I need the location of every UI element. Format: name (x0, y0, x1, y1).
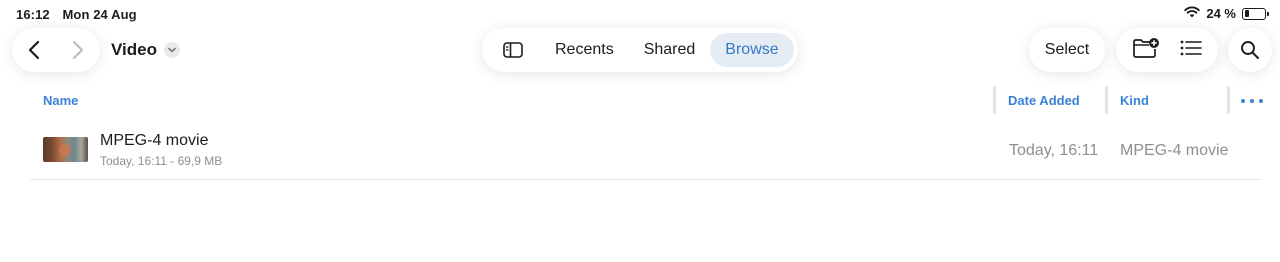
tab-shared[interactable]: Shared (629, 33, 711, 67)
more-options-icon[interactable] (1241, 93, 1263, 109)
file-name: MPEG-4 movie (100, 132, 209, 149)
new-folder-icon (1133, 37, 1159, 58)
status-bar-left: 16:12 Mon 24 Aug (16, 7, 146, 22)
search-icon (1241, 41, 1259, 59)
back-button[interactable] (12, 28, 56, 72)
battery-percent: 24 % (1206, 6, 1236, 21)
select-button[interactable]: Select (1029, 28, 1105, 72)
chevron-left-icon (28, 40, 40, 60)
tab-recents[interactable]: Recents (540, 33, 629, 67)
folder-title-label: Video (111, 40, 157, 59)
status-date: Mon 24 Aug (62, 7, 137, 22)
file-date-added: Today, 16:11 (1009, 142, 1099, 159)
column-header-kind[interactable]: Kind (1120, 93, 1149, 108)
folder-title[interactable]: Video (111, 40, 180, 60)
sidebar-toggle-button[interactable] (485, 32, 540, 68)
column-header-date-added[interactable]: Date Added (1008, 93, 1080, 108)
status-time: 16:12 (16, 7, 50, 22)
column-divider[interactable] (1227, 86, 1230, 114)
view-options-button[interactable] (1180, 40, 1202, 61)
tab-browse[interactable]: Browse (710, 33, 794, 67)
chevron-down-icon[interactable] (163, 42, 180, 58)
toolbar-pill (1116, 28, 1218, 72)
chevron-right-icon (73, 41, 83, 59)
file-meta: Today, 16:11 - 69,9 MB (100, 154, 223, 168)
sidebar-icon (502, 42, 523, 58)
status-bar-right: 24 % (1184, 6, 1269, 21)
column-divider[interactable] (993, 86, 996, 114)
forward-button[interactable] (56, 28, 100, 72)
file-row[interactable]: MPEG-4 movie Today, 16:11 - 69,9 MB Toda… (30, 118, 1262, 180)
battery-icon (1242, 7, 1269, 20)
video-thumbnail (43, 137, 88, 162)
tab-bar: Recents Shared Browse (482, 28, 798, 72)
wifi-icon (1184, 6, 1201, 21)
file-kind: MPEG-4 movie (1120, 142, 1229, 159)
new-folder-button[interactable] (1132, 37, 1160, 64)
list-icon (1180, 40, 1202, 55)
column-header-name[interactable]: Name (43, 93, 78, 108)
navigation-pill (12, 28, 100, 72)
select-label: Select (1044, 41, 1090, 58)
column-divider[interactable] (1105, 86, 1108, 114)
search-button[interactable] (1228, 28, 1272, 72)
